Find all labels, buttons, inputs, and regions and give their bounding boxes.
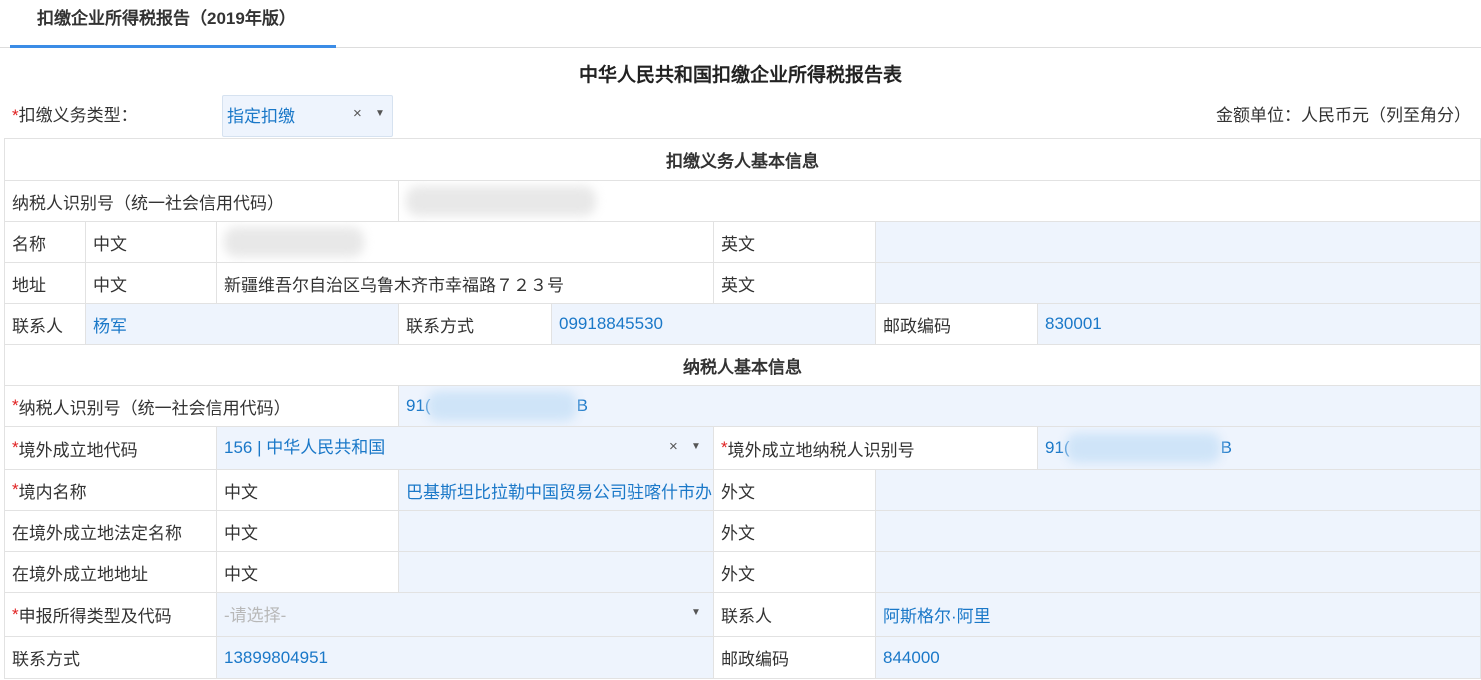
required-mark: * xyxy=(12,480,19,499)
required-mark: * xyxy=(12,604,19,624)
foreign-address-cn-label: 中文 xyxy=(217,552,399,593)
withholder-address-cn-label: 中文 xyxy=(86,263,217,304)
foreign-taxid-label: * 境外成立地纳税人识别号 xyxy=(714,427,1038,470)
withholder-address-en-input[interactable] xyxy=(876,263,1481,304)
required-mark: * xyxy=(12,106,19,125)
masked-value xyxy=(406,186,596,216)
withholder-name-label: 名称 xyxy=(4,222,86,263)
income-type-select[interactable]: -请选择- ▼ xyxy=(217,593,714,637)
origin-code-label: * 境外成立地代码 xyxy=(4,427,217,470)
withholding-type-value: 指定扣缴 xyxy=(227,107,295,126)
legal-name-cn-input[interactable] xyxy=(399,511,714,552)
domestic-name-cn-input[interactable]: 巴基斯坦比拉勒中国贸易公司驻喀什市办 xyxy=(399,470,714,511)
withholder-name-en-input[interactable] xyxy=(876,222,1481,263)
chevron-down-icon[interactable]: ▼ xyxy=(691,427,701,467)
domestic-name-foreign-label: 外文 xyxy=(714,470,876,511)
withholder-contact-label: 联系人 xyxy=(4,304,86,345)
taxpayer-phone-label: 联系方式 xyxy=(4,637,217,679)
origin-code-value: 156 | 中华人民共和国 xyxy=(224,438,386,457)
withholder-address-label: 地址 xyxy=(4,263,86,304)
withholder-phone-label: 联系方式 xyxy=(399,304,552,345)
taxpayer-phone-input[interactable]: 13899804951 xyxy=(217,637,714,679)
taxpayer-section-header: 纳税人基本信息 xyxy=(4,345,1481,386)
taxpayer-contact-label: 联系人 xyxy=(714,593,876,637)
withholder-zip-label: 邮政编码 xyxy=(876,304,1038,345)
amount-unit: 金额单位：人民币元（列至角分） xyxy=(1216,106,1471,125)
taxpayer-zip-label: 邮政编码 xyxy=(714,637,876,679)
legal-name-foreign-label: 外文 xyxy=(714,511,876,552)
clear-icon[interactable]: × xyxy=(669,427,678,467)
withholder-zip-input[interactable]: 830001 xyxy=(1038,304,1481,345)
tab-withholding-report[interactable]: 扣缴企业所得税报告（2019年版） xyxy=(10,0,336,48)
withholder-name-cn-value xyxy=(217,222,714,263)
origin-code-select[interactable]: 156 | 中华人民共和国 × ▼ xyxy=(217,427,714,470)
taxpayer-contact-input[interactable]: 阿斯格尔·阿里 xyxy=(876,593,1481,637)
form-title: 中华人民共和国扣缴企业所得税报告表 xyxy=(578,65,902,86)
domestic-name-label: * 境内名称 xyxy=(4,470,217,511)
masked-value xyxy=(426,391,577,421)
foreign-taxid-input[interactable]: 91(B xyxy=(1038,427,1481,470)
required-mark: * xyxy=(721,438,728,457)
taxpayer-taxid-input[interactable]: 91(B xyxy=(399,386,1481,427)
foreign-address-foreign-input[interactable] xyxy=(876,552,1481,593)
foreign-address-foreign-label: 外文 xyxy=(714,552,876,593)
domestic-name-cn-label: 中文 xyxy=(217,470,399,511)
legal-name-foreign-input[interactable] xyxy=(876,511,1481,552)
withholder-phone-input[interactable]: 09918845530 xyxy=(552,304,876,345)
withholding-type-label: *扣缴义务类型： xyxy=(12,106,138,125)
masked-value xyxy=(224,227,364,257)
legal-name-label: 在境外成立地法定名称 xyxy=(4,511,217,552)
report-form: 扣缴义务人基本信息 纳税人识别号（统一社会信用代码） 名称 中文 英文 地址 中… xyxy=(4,138,1481,680)
withholder-taxid-label: 纳税人识别号（统一社会信用代码） xyxy=(4,181,399,222)
chevron-down-icon[interactable]: ▼ xyxy=(375,96,385,132)
taxpayer-zip-input[interactable]: 844000 xyxy=(876,637,1481,679)
withholder-address-cn-value: 新疆维吾尔自治区乌鲁木齐市幸福路７２３号 xyxy=(217,263,714,304)
withholder-address-en-label: 英文 xyxy=(714,263,876,304)
tab-bar: 扣缴企业所得税报告（2019年版） xyxy=(0,0,1481,48)
foreign-address-cn-input[interactable] xyxy=(399,552,714,593)
taxpayer-taxid-label: * 纳税人识别号（统一社会信用代码） xyxy=(4,386,399,427)
withholder-taxid-value xyxy=(399,181,1481,222)
foreign-address-label: 在境外成立地地址 xyxy=(4,552,217,593)
income-type-label: * 申报所得类型及代码 xyxy=(4,593,217,637)
income-type-placeholder: -请选择- xyxy=(224,606,287,625)
withholder-section-header: 扣缴义务人基本信息 xyxy=(4,139,1481,181)
chevron-down-icon[interactable]: ▼ xyxy=(691,593,701,633)
withholder-name-cn-label: 中文 xyxy=(86,222,217,263)
domestic-name-foreign-input[interactable] xyxy=(876,470,1481,511)
withholder-name-en-label: 英文 xyxy=(714,222,876,263)
withholder-contact-input[interactable]: 杨军 xyxy=(86,304,399,345)
required-mark: * xyxy=(12,438,19,457)
clear-icon[interactable]: × xyxy=(353,96,362,132)
legal-name-cn-label: 中文 xyxy=(217,511,399,552)
required-mark: * xyxy=(12,396,19,415)
withholding-type-select[interactable]: 指定扣缴 × ▼ xyxy=(222,95,393,137)
masked-value xyxy=(1065,433,1221,463)
